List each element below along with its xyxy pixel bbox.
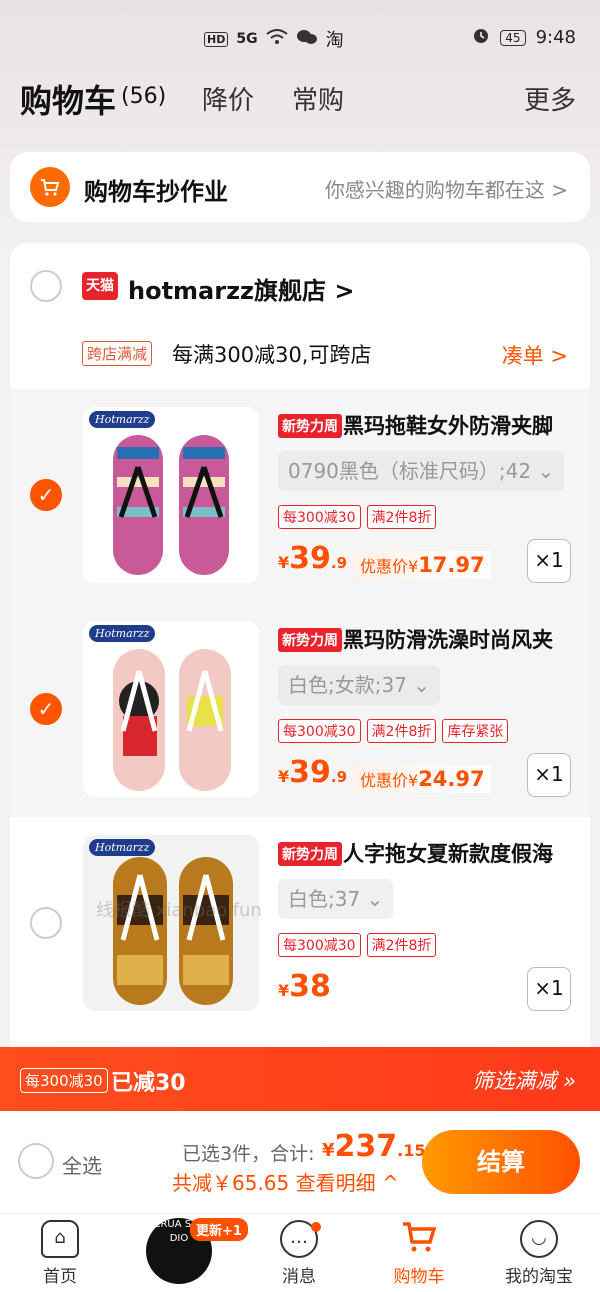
item-checkbox[interactable]: ✓ — [30, 479, 62, 511]
product-image[interactable]: Hotmarzz — [83, 407, 259, 583]
total-price: ¥237.15 — [322, 1129, 426, 1164]
discount-banner: 每300减30 已减30 筛选满减 » — [0, 1047, 600, 1111]
banner-promo-tag: 每300减30 — [20, 1068, 108, 1093]
more-button[interactable]: 更多 — [524, 80, 576, 117]
product-title[interactable]: 黑玛防滑洗澡时尚风夹 — [343, 624, 579, 654]
wechat-icon — [296, 28, 318, 51]
cart-icon — [30, 167, 70, 207]
quantity-button[interactable]: ×1 — [527, 539, 571, 583]
cart-tab-icon — [400, 1220, 438, 1258]
notification-dot — [311, 1222, 321, 1232]
promo-tag-item: 每300减30 — [278, 505, 361, 529]
cart-header: 购物车 (56) 降价 常购 更多 — [0, 72, 600, 124]
item-checkbox[interactable] — [30, 907, 62, 939]
watermark: 线报酷 xianbao.fun — [96, 900, 262, 921]
selected-count: 已选3件，合计: — [182, 1143, 315, 1165]
cart-homework-card[interactable]: 购物车抄作业 你感兴趣的购物车都在这 > — [10, 152, 590, 222]
item-price: ¥39.9 — [278, 755, 348, 790]
savings-detail-link[interactable]: 共减￥65.65 查看明细 ^ — [172, 1167, 399, 1196]
product-title[interactable]: 黑玛拖鞋女外防滑夹脚 — [343, 410, 579, 440]
sku-selector[interactable]: 白色;女款;37 ⌄ — [278, 665, 441, 705]
promo-tag-item: 每300减30 — [278, 719, 361, 743]
update-badge: 更新+1 — [190, 1218, 248, 1241]
brand-logo: Hotmarzz — [89, 839, 156, 856]
tab-home[interactable]: ⌂ 首页 — [10, 1220, 110, 1287]
hd-icon: HD — [204, 31, 229, 47]
discount-price: 优惠价¥17.97 — [354, 551, 491, 579]
quantity-button[interactable]: ×1 — [527, 967, 571, 1011]
store-select-radio[interactable] — [30, 270, 62, 302]
cart-item[interactable]: Hotmarzz 新势力周 人字拖女夏新款度假海 白色;37 ⌄ 每300减30… — [10, 817, 590, 1031]
item-price: ¥39.9 — [278, 541, 348, 576]
bottom-tab-bar: ⌂ 首页 CRUA STU DIO 更新+1 … 消息 购物车 ◡ 我的淘宝 — [0, 1213, 600, 1292]
new-power-week-tag: 新势力周 — [278, 414, 342, 438]
new-power-week-tag: 新势力周 — [278, 842, 342, 866]
tab-mine-label: 我的淘宝 — [505, 1267, 573, 1287]
promo-tag-item: 每300减30 — [278, 933, 361, 957]
new-power-week-tag: 新势力周 — [278, 628, 342, 652]
promo-tags: 每300减30 满2件8折 — [278, 933, 437, 957]
homework-subtitle: 你感兴趣的购物车都在这 > — [324, 178, 568, 202]
taobao-icon: 淘 — [325, 30, 344, 51]
promo-tag-item: 满2件8折 — [366, 505, 437, 529]
brand-logo: Hotmarzz — [89, 625, 156, 642]
signal-icon: 5G — [236, 31, 258, 47]
promo-text: 每满300减30,可跨店 — [172, 343, 372, 367]
product-image[interactable]: Hotmarzz — [83, 621, 259, 797]
tab-cart-label: 购物车 — [393, 1267, 445, 1287]
promo-tag: 跨店满减 — [82, 341, 153, 366]
promo-tag-item: 满2件8折 — [366, 933, 437, 957]
wifi-icon — [265, 28, 288, 50]
status-bar: HD 5G 淘 45 9:48 — [0, 0, 600, 72]
tab-mine[interactable]: ◡ 我的淘宝 — [489, 1220, 589, 1287]
product-image[interactable]: Hotmarzz — [83, 835, 259, 1011]
promo-tags: 每300减30 满2件8折 库存紧张 — [278, 719, 509, 743]
homework-title: 购物车抄作业 — [84, 178, 228, 206]
tab-messages[interactable]: … 消息 — [249, 1220, 349, 1287]
home-icon: ⌂ — [41, 1220, 79, 1258]
brand-logo: Hotmarzz — [89, 411, 156, 428]
select-all-label[interactable]: 全选 — [62, 1150, 102, 1179]
promo-tag-item: 库存紧张 — [442, 719, 509, 743]
tmall-badge: 天猫 — [82, 272, 118, 300]
cart-item[interactable]: ✓ Hotmarzz 新势力周 黑玛防滑洗澡时尚风夹 白色;女款;37 ⌄ 每3… — [10, 603, 590, 817]
tab-home-label: 首页 — [43, 1267, 77, 1287]
promo-tags: 每300减30 满2件8折 — [278, 505, 437, 529]
product-title[interactable]: 人字拖女夏新款度假海 — [343, 838, 579, 868]
alarm-icon — [472, 26, 490, 49]
checkout-button[interactable]: 结算 — [422, 1130, 580, 1194]
tab-price-drop[interactable]: 降价 — [202, 80, 254, 117]
sku-selector[interactable]: 0790黑色（标准尺码）;42 ⌄ — [278, 451, 565, 491]
tab-messages-label: 消息 — [282, 1267, 316, 1287]
cart-count: (56) — [121, 84, 167, 109]
clock: 9:48 — [535, 27, 576, 48]
page-title: 购物车 — [20, 82, 117, 120]
smile-icon: ◡ — [520, 1220, 558, 1258]
tab-frequent[interactable]: 常购 — [292, 80, 344, 117]
item-price: ¥38 — [278, 969, 331, 1004]
promo-tag-item: 满2件8折 — [366, 719, 437, 743]
banner-saved: 已减30 — [111, 1071, 186, 1096]
select-all-radio[interactable] — [18, 1143, 54, 1179]
item-checkbox[interactable]: ✓ — [30, 693, 62, 725]
discount-price: 优惠价¥24.97 — [354, 765, 491, 793]
cart-item[interactable]: ✓ Hotmarzz 新势力周 黑玛拖鞋女外防滑夹脚 0790黑色（标准尺码）;… — [10, 389, 590, 603]
filter-discount-link[interactable]: 筛选满减 » — [472, 1065, 576, 1095]
checkout-bar: 全选 已选3件，合计: ¥237.15 共减￥65.65 查看明细 ^ 结算 — [0, 1111, 600, 1213]
tab-cart[interactable]: 购物车 — [369, 1220, 469, 1287]
battery-icon: 45 — [500, 29, 526, 46]
add-items-link[interactable]: 凑单 > — [502, 340, 568, 370]
quantity-button[interactable]: ×1 — [527, 753, 571, 797]
store-name[interactable]: hotmarzz旗舰店 > — [128, 271, 355, 306]
sku-selector[interactable]: 白色;37 ⌄ — [278, 879, 394, 919]
store-card: 天猫 hotmarzz旗舰店 > 跨店满减 每满300减30,可跨店 凑单 > … — [10, 243, 590, 1073]
